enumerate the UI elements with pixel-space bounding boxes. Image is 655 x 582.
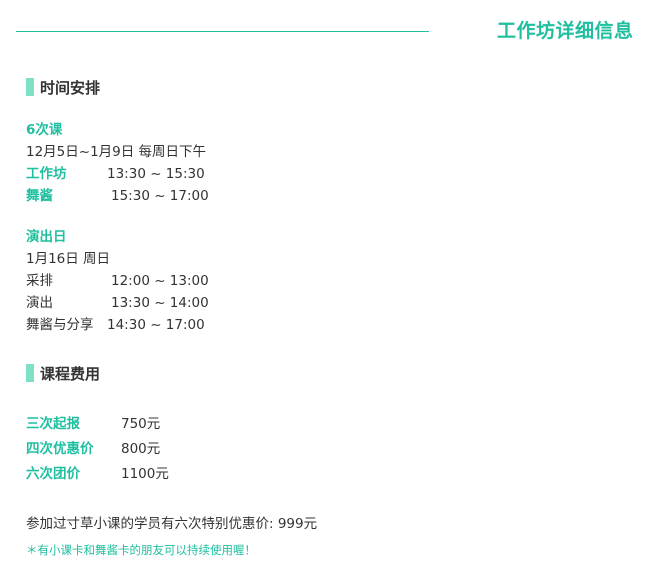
fee-row: 三次起报 750元 — [26, 415, 160, 433]
schedule-row-time: 14:30 ~ 17:00 — [107, 317, 205, 333]
schedule-row: 工作坊 13:30 ~ 15:30 — [26, 165, 205, 183]
block1-date: 12月5日~1月9日 每周日下午 — [26, 144, 207, 160]
schedule-row-label: 采排 — [26, 273, 53, 289]
schedule-row-time: 13:30 ~ 14:00 — [111, 295, 209, 311]
block2-date: 1月16日 周日 — [26, 251, 111, 267]
schedule-row-label: 演出 — [26, 295, 53, 311]
schedule-section-label: 时间安排 — [40, 78, 101, 97]
fee-row-price: 1100元 — [121, 466, 169, 482]
block2-heading: 演出日 — [26, 229, 67, 245]
section-marker — [26, 78, 34, 96]
schedule-row-time: 13:30 ~ 15:30 — [107, 166, 205, 182]
header-divider — [16, 31, 429, 32]
fee-row: 四次优惠价 800元 — [26, 440, 160, 458]
schedule-row: 演出 13:30 ~ 14:00 — [26, 294, 209, 312]
block1-heading: 6次课 — [26, 122, 63, 138]
fee-row-label: 六次团价 — [26, 466, 80, 482]
fee-row-label: 三次起报 — [26, 416, 80, 432]
schedule-row-time: 15:30 ~ 17:00 — [111, 188, 209, 204]
special-offer: 参加过寸草小课的学员有六次特别优惠价: 999元 — [26, 516, 318, 532]
schedule-row: 舞酱 15:30 ~ 17:00 — [26, 187, 209, 205]
fees-section-title: 课程费用 — [26, 364, 101, 383]
schedule-row-label: 工作坊 — [26, 166, 67, 182]
fee-row-label: 四次优惠价 — [26, 441, 94, 457]
section-marker — [26, 364, 34, 382]
fee-row-price: 750元 — [121, 416, 161, 432]
fees-section-label: 课程费用 — [40, 364, 101, 383]
page-title: 工作坊详细信息 — [497, 20, 634, 42]
schedule-row-label: 舞酱 — [26, 188, 53, 204]
fee-row-price: 800元 — [121, 441, 161, 457]
schedule-row: 舞酱与分享 14:30 ~ 17:00 — [26, 316, 205, 334]
fee-row: 六次团价 1100元 — [26, 465, 169, 483]
schedule-row-label: 舞酱与分享 — [26, 317, 94, 333]
footnote: ＊有小课卡和舞酱卡的朋友可以持续使用喔！ — [26, 543, 256, 557]
schedule-row: 采排 12:00 ~ 13:00 — [26, 272, 209, 290]
schedule-section-title: 时间安排 — [26, 78, 101, 97]
schedule-row-time: 12:00 ~ 13:00 — [111, 273, 209, 289]
